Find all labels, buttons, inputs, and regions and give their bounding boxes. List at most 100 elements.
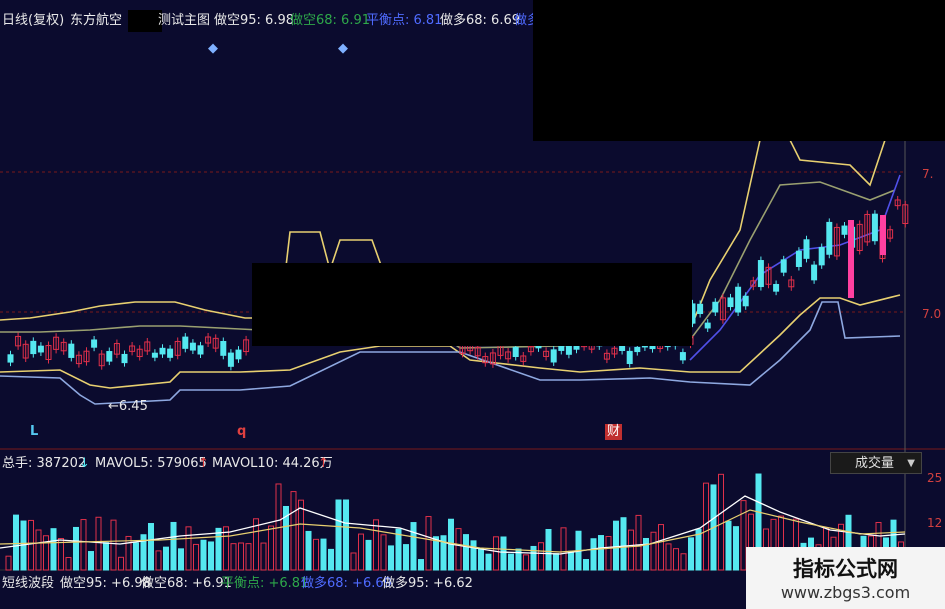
volume-bar bbox=[380, 534, 387, 571]
redaction bbox=[533, 0, 945, 141]
price-tick: 7. bbox=[922, 167, 934, 181]
candle-body bbox=[565, 345, 572, 355]
candle-body bbox=[512, 346, 519, 358]
volume-bar bbox=[163, 546, 169, 571]
volume-bar bbox=[665, 543, 672, 571]
candle-body bbox=[550, 349, 557, 363]
price-tick: 7.0 bbox=[922, 307, 942, 321]
volume-bar bbox=[88, 551, 94, 571]
diamond-marker-icon: ◆ bbox=[208, 41, 218, 56]
volume-bar bbox=[673, 548, 679, 571]
volume-bar bbox=[703, 482, 709, 571]
volume-bar bbox=[425, 516, 432, 571]
candle-body bbox=[189, 342, 196, 351]
volume-bar bbox=[230, 543, 237, 571]
finance-marker[interactable]: 财 bbox=[605, 424, 623, 440]
chevron-down-icon: ▼ bbox=[907, 458, 915, 469]
candle-body bbox=[848, 220, 854, 298]
header-value: 做多68: 6.69 bbox=[440, 13, 520, 28]
volume-bar bbox=[110, 519, 117, 571]
volume-bar bbox=[433, 536, 439, 571]
candle-body bbox=[626, 350, 633, 365]
stock-name: 东方航空 bbox=[70, 13, 123, 28]
volume-bar bbox=[485, 553, 492, 571]
candle-body bbox=[121, 353, 128, 364]
volume-bar bbox=[470, 540, 477, 571]
down-arrow-icon: ↓ bbox=[79, 456, 90, 471]
candle-body bbox=[795, 250, 802, 267]
candle-body bbox=[742, 295, 749, 307]
volume-tick: 12 bbox=[927, 516, 943, 530]
header-value: 平衡点: 6.81 bbox=[366, 13, 443, 28]
volume-bar bbox=[28, 519, 34, 571]
watermark-url: www.zbgs3.com bbox=[780, 583, 911, 602]
volume-bar bbox=[50, 528, 57, 571]
volume-bar bbox=[80, 519, 87, 571]
volume-bar bbox=[590, 538, 597, 571]
header-value: 做空95: 6.98 bbox=[214, 13, 294, 28]
volume-bar bbox=[358, 533, 364, 571]
volume-bar bbox=[635, 514, 642, 571]
candle-body bbox=[151, 352, 158, 358]
volume-bar bbox=[643, 537, 649, 571]
candle-body bbox=[871, 213, 878, 242]
header-value: 做空68: 6.91 bbox=[290, 13, 370, 28]
volume-bar bbox=[65, 557, 72, 571]
volume-bar bbox=[268, 525, 274, 571]
indicator-select-label: 成交量 bbox=[855, 456, 895, 471]
candle-body bbox=[780, 259, 787, 273]
volume-bar bbox=[605, 536, 612, 571]
watermark: 指标公式网 www.zbgs3.com bbox=[746, 547, 945, 609]
volume-bar bbox=[73, 526, 79, 571]
volume-bar bbox=[335, 499, 342, 571]
volume-bar bbox=[568, 550, 574, 571]
volume-bar bbox=[148, 523, 154, 571]
volume-bar bbox=[598, 535, 604, 571]
volume-bar bbox=[178, 548, 184, 571]
volume-bar bbox=[35, 529, 42, 571]
footer-indicator-name[interactable]: 短线波段 bbox=[2, 576, 54, 592]
candle-body bbox=[818, 247, 825, 266]
candle-body bbox=[220, 340, 227, 356]
indicator-name[interactable]: 测试主图 bbox=[158, 13, 210, 29]
volume-bar bbox=[238, 542, 244, 571]
volume-bar bbox=[650, 531, 657, 571]
candle-body bbox=[106, 351, 113, 362]
candle-body bbox=[735, 286, 742, 313]
volume-bar bbox=[403, 544, 409, 571]
up-arrow-icon: ↑ bbox=[198, 456, 209, 471]
candle-body bbox=[811, 264, 818, 281]
candle-body bbox=[91, 339, 98, 348]
volume-bar bbox=[410, 522, 417, 571]
volume-bar bbox=[245, 543, 252, 571]
volume-bar bbox=[718, 473, 724, 571]
band-line bbox=[689, 174, 901, 361]
period-label[interactable]: 日线(复权) bbox=[2, 13, 64, 29]
volume-bar bbox=[343, 499, 349, 571]
volume-bar bbox=[320, 538, 327, 571]
candle-body bbox=[167, 348, 174, 358]
volume-bar bbox=[553, 553, 559, 571]
candle-body bbox=[619, 345, 626, 352]
volume-bar bbox=[170, 521, 177, 571]
volume-bar bbox=[155, 550, 162, 571]
volume-bar bbox=[680, 553, 687, 571]
volume-bar bbox=[13, 514, 19, 571]
volume-bar bbox=[628, 529, 634, 571]
candle-body bbox=[773, 283, 780, 292]
volume-bar bbox=[5, 555, 12, 571]
candle-body bbox=[68, 343, 75, 358]
volume-bar bbox=[545, 528, 552, 571]
candle-body bbox=[227, 352, 234, 367]
footer-value: 做空68: +6.91 bbox=[141, 576, 232, 591]
event-marker-l[interactable]: L bbox=[30, 424, 38, 440]
volume-bar bbox=[493, 536, 499, 571]
footer-value: 做空95: +6.98 bbox=[60, 576, 151, 591]
volume-bar bbox=[350, 552, 357, 571]
indicator-select[interactable]: 成交量 ▼ bbox=[830, 452, 922, 474]
candle-body bbox=[841, 225, 848, 235]
volume-bar bbox=[43, 535, 49, 571]
event-marker-q[interactable]: q bbox=[237, 424, 246, 440]
volume-bar bbox=[373, 519, 379, 571]
volume-tick: 25 bbox=[927, 471, 943, 485]
